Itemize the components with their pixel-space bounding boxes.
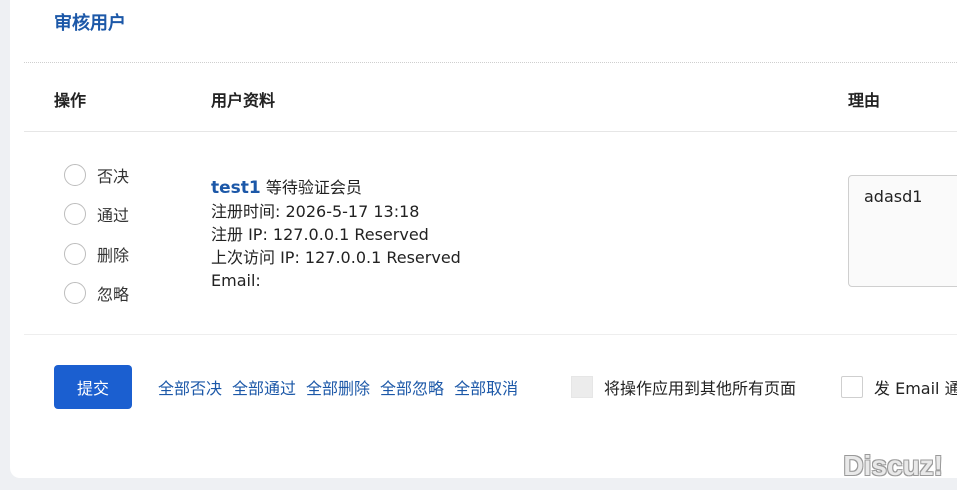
reject-all-link[interactable]: 全部否决 xyxy=(158,375,222,399)
divider xyxy=(24,62,957,63)
discuz-watermark: Discuz! xyxy=(843,450,943,481)
radio-approve[interactable]: 通过 xyxy=(64,202,129,226)
ignore-all-link[interactable]: 全部忽略 xyxy=(380,375,444,399)
radio-button[interactable] xyxy=(64,243,86,265)
cancel-all-link[interactable]: 全部取消 xyxy=(454,375,518,399)
apply-all-label: 将操作应用到其他所有页面 xyxy=(604,379,797,398)
email: Email: xyxy=(211,271,261,290)
radio-label: 通过 xyxy=(97,206,130,225)
user-line: test1 等待验证会员 xyxy=(211,176,461,200)
radio-label: 否决 xyxy=(97,167,130,186)
submit-button[interactable]: 提交 xyxy=(54,365,132,409)
register-ip: 注册 IP: 127.0.0.1 Reserved xyxy=(211,225,429,244)
send-email-label: 发 Email 通知 xyxy=(874,379,957,398)
bulk-actions: 全部否决 全部通过 全部删除 全部忽略 全部取消 xyxy=(158,375,528,399)
radio-delete[interactable]: 删除 xyxy=(64,242,129,266)
moderation-panel xyxy=(10,0,957,478)
radio-label: 忽略 xyxy=(97,285,130,304)
radio-reject[interactable]: 否决 xyxy=(64,163,129,187)
send-email-option[interactable]: 发 Email 通知 xyxy=(841,375,957,399)
column-header-action: 操作 xyxy=(54,91,87,110)
user-profile-info: test1 等待验证会员 注册时间: 2026-5-17 13:18 注册 IP… xyxy=(211,176,461,292)
approve-all-link[interactable]: 全部通过 xyxy=(232,375,296,399)
apply-all-pages-option[interactable]: 将操作应用到其他所有页面 xyxy=(571,375,796,399)
page-title: 审核用户 xyxy=(54,13,126,34)
radio-ignore[interactable]: 忽略 xyxy=(64,281,129,305)
divider xyxy=(24,131,957,132)
radio-button[interactable] xyxy=(64,282,86,304)
send-email-checkbox[interactable] xyxy=(841,376,863,398)
delete-all-link[interactable]: 全部删除 xyxy=(306,375,370,399)
username-link[interactable]: test1 xyxy=(211,178,261,198)
radio-button[interactable] xyxy=(64,203,86,225)
last-visit-ip: 上次访问 IP: 127.0.0.1 Reserved xyxy=(211,248,461,267)
radio-label: 删除 xyxy=(97,246,130,265)
divider xyxy=(24,334,957,335)
register-time: 注册时间: 2026-5-17 13:18 xyxy=(211,202,420,221)
column-header-profile: 用户资料 xyxy=(211,91,276,110)
radio-button[interactable] xyxy=(64,164,86,186)
apply-all-checkbox[interactable] xyxy=(571,376,593,398)
reason-input[interactable]: adasd1 xyxy=(848,175,957,287)
column-header-reason: 理由 xyxy=(848,91,881,110)
user-status: 等待验证会员 xyxy=(265,178,362,197)
